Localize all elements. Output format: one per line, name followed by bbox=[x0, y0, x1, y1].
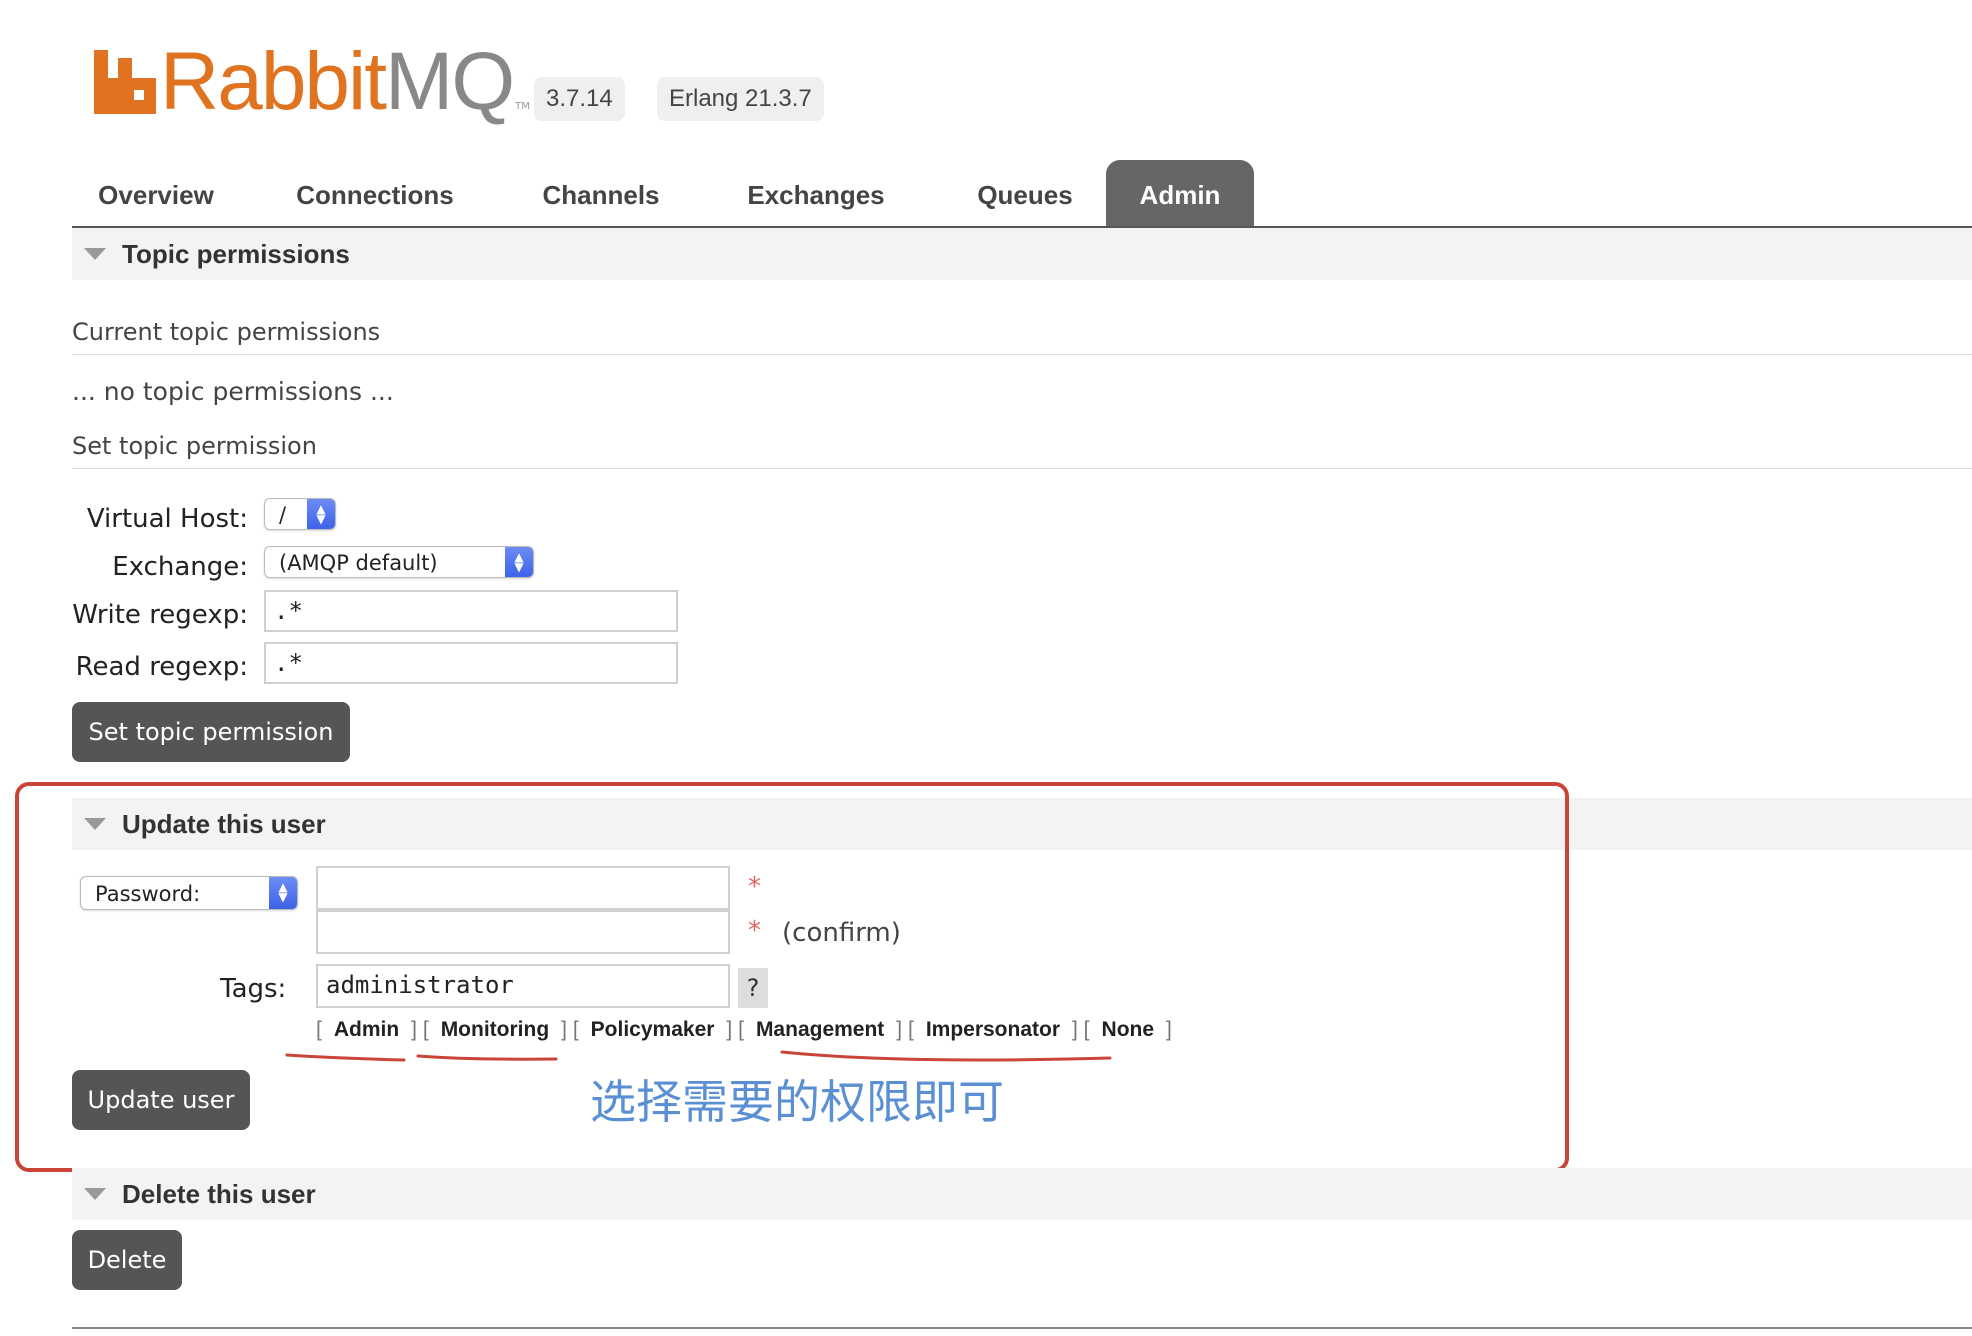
collapse-triangle-icon bbox=[84, 1188, 106, 1200]
bottom-divider bbox=[72, 1327, 1972, 1329]
annotation-highlight-box bbox=[15, 782, 1569, 1172]
section-title: Delete this user bbox=[122, 1179, 316, 1209]
section-header-delete-user[interactable]: Delete this user bbox=[72, 1168, 1972, 1220]
delete-user-button[interactable]: Delete bbox=[72, 1230, 182, 1290]
